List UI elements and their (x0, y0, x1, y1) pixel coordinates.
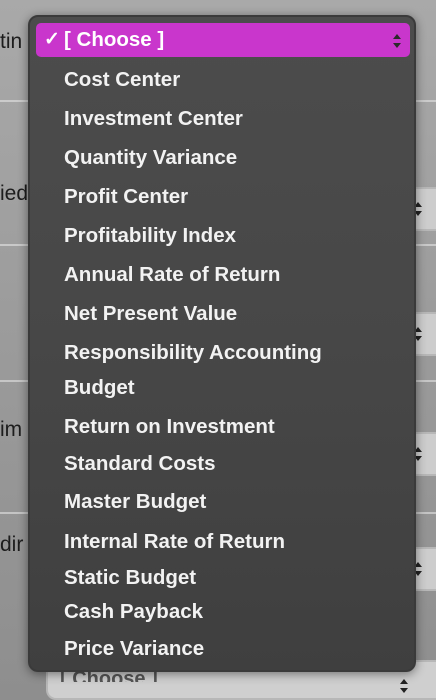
option-static-budget[interactable]: Static Budget (64, 563, 196, 593)
dropdown-menu: ✓ [ Choose ] Cost Center Investment Cent… (28, 15, 416, 672)
option-label: [ Choose ] (64, 28, 165, 51)
option-quantity-variance[interactable]: Quantity Variance (64, 143, 237, 173)
option-standard-costs[interactable]: Standard Costs (64, 449, 216, 479)
option-profitability-index[interactable]: Profitability Index (64, 221, 236, 251)
checkmark-icon: ✓ (44, 29, 60, 50)
option-choose-selected[interactable]: ✓ [ Choose ] (36, 23, 410, 57)
option-return-on-investment[interactable]: Return on Investment (64, 412, 275, 442)
option-cash-payback[interactable]: Cash Payback (64, 597, 203, 627)
updown-chevron-icon (400, 679, 408, 693)
option-annual-rate-of-return[interactable]: Annual Rate of Return (64, 260, 280, 290)
option-investment-center[interactable]: Investment Center (64, 104, 243, 134)
updown-chevron-icon (393, 34, 401, 48)
option-cost-center[interactable]: Cost Center (64, 65, 180, 95)
option-internal-rate-of-return[interactable]: Internal Rate of Return (64, 527, 285, 557)
option-net-present-value[interactable]: Net Present Value (64, 299, 237, 329)
option-price-variance[interactable]: Price Variance (64, 634, 204, 664)
option-profit-center[interactable]: Profit Center (64, 182, 188, 212)
option-responsibility-accounting[interactable]: Responsibility Accounting (64, 338, 322, 368)
option-budget[interactable]: Budget (64, 373, 135, 403)
option-master-budget[interactable]: Master Budget (64, 487, 206, 517)
